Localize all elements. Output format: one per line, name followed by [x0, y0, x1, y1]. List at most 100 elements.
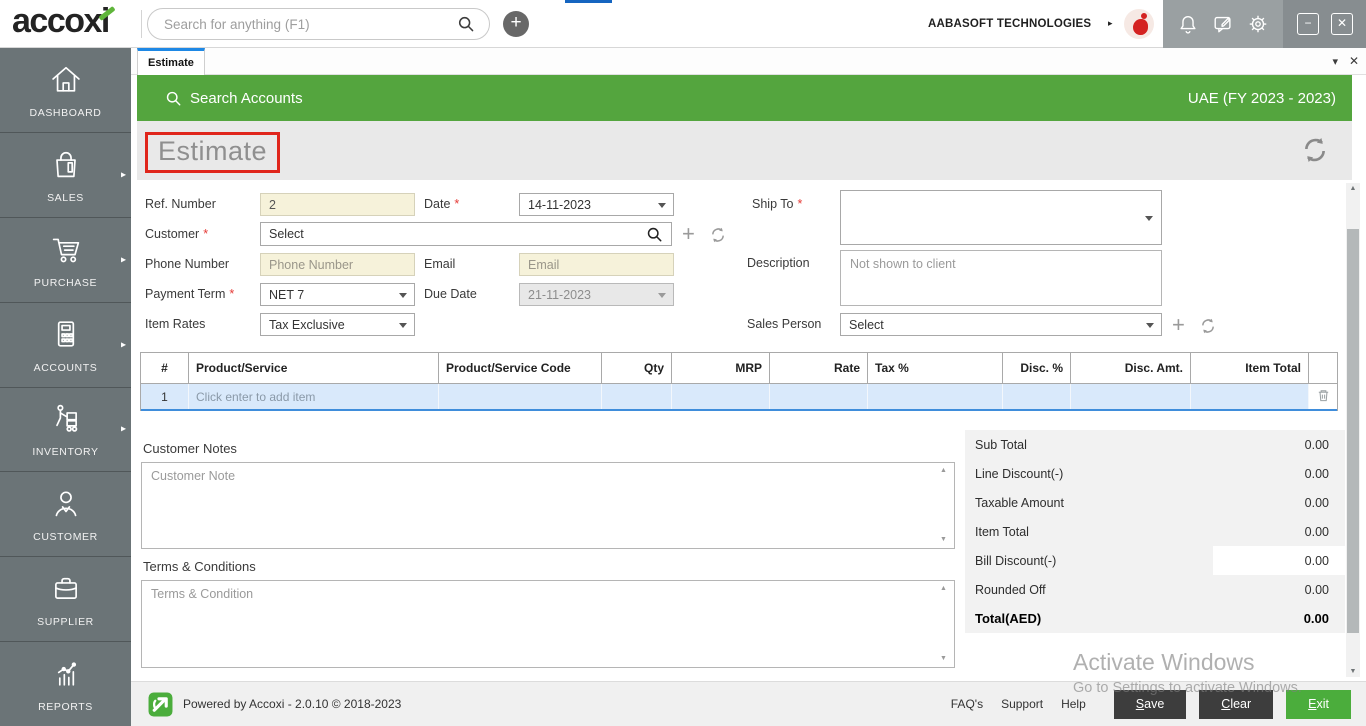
chevron-right-icon: ▸ [120, 423, 126, 435]
scroll-down-icon[interactable]: ▼ [940, 655, 947, 662]
sidebar-item-dashboard[interactable]: DASHBOARD [0, 48, 131, 133]
tab-list-caret-icon[interactable]: ▾ [1332, 55, 1338, 68]
clear-button[interactable]: Clear [1199, 689, 1274, 719]
sales-person-label: Sales Person [747, 317, 822, 331]
accoxi-footer-logo [148, 692, 173, 717]
page-header: Estimate [137, 121, 1352, 180]
fiscal-year-label: UAE (FY 2023 - 2023) [1187, 89, 1336, 107]
home-icon [46, 61, 86, 102]
totals-value: 0.00 [1304, 466, 1329, 481]
refresh-sales-person-icon[interactable] [1199, 317, 1217, 340]
scrollbar-thumb[interactable] [1347, 229, 1359, 633]
window-close-button[interactable]: ✕ [1331, 13, 1353, 35]
window-minimize-button[interactable]: − [1297, 13, 1319, 35]
user-avatar[interactable] [1124, 9, 1154, 39]
search-accounts-button[interactable]: Search Accounts [165, 90, 303, 107]
search-icon[interactable] [457, 15, 475, 33]
items-table-header: # Product/Service Product/Service Code Qty M… [141, 353, 1337, 383]
reports-chart-icon [46, 655, 86, 696]
item-cell[interactable] [439, 384, 602, 409]
item-cell[interactable] [1003, 384, 1071, 409]
ref-number-field[interactable] [260, 193, 415, 216]
footer-link-faqs[interactable]: FAQ's [951, 697, 983, 711]
ref-number-label: Ref. Number [145, 197, 216, 211]
global-search[interactable] [147, 8, 490, 40]
footer-link-support[interactable]: Support [1001, 697, 1043, 711]
sidebar-item-sales[interactable]: SALES ▸ [0, 133, 131, 218]
scroll-down-icon[interactable]: ▼ [1346, 668, 1360, 675]
customer-notes-field[interactable] [141, 462, 955, 549]
required-marker: * [797, 197, 803, 211]
tab-estimate[interactable]: Estimate [137, 48, 205, 75]
sidebar-item-customer[interactable]: CUSTOMER [0, 472, 131, 558]
totals-value: 0.00 [1304, 553, 1329, 568]
date-picker[interactable]: 14-11-2023 [519, 193, 674, 216]
plus-icon: + [682, 221, 695, 246]
sales-person-select[interactable]: Select [840, 313, 1162, 336]
ship-to-select[interactable] [840, 190, 1162, 245]
sidebar-item-purchase[interactable]: PURCHASE ▸ [0, 218, 131, 303]
delete-row-button[interactable] [1309, 384, 1337, 409]
scroll-up-icon[interactable]: ▲ [1346, 185, 1360, 192]
item-cell[interactable] [770, 384, 868, 409]
scroll-down-icon[interactable]: ▼ [940, 536, 947, 543]
vertical-scrollbar[interactable]: ▲ ▼ [1346, 183, 1360, 677]
search-icon[interactable] [646, 226, 663, 243]
bill-discount-input[interactable]: 0.00 [1213, 546, 1345, 575]
add-item-cell[interactable]: Click enter to add item [189, 384, 439, 409]
column-header: Item Total [1191, 353, 1309, 383]
column-header: Product/Service [189, 353, 439, 383]
row-number[interactable]: 1 [141, 384, 189, 409]
item-cell[interactable] [672, 384, 770, 409]
customer-notes-label: Customer Notes [143, 441, 237, 456]
description-label: Description [747, 256, 810, 270]
item-rates-select[interactable]: Tax Exclusive [260, 313, 415, 336]
required-marker: * [203, 227, 209, 241]
column-header: MRP [672, 353, 770, 383]
notifications-bell-icon[interactable] [1177, 13, 1199, 35]
footer-link-help[interactable]: Help [1061, 697, 1086, 711]
refresh-icon[interactable] [1300, 135, 1330, 165]
item-cell[interactable] [1191, 384, 1309, 409]
email-field[interactable] [519, 253, 674, 276]
totals-value: 0.00 [1304, 437, 1329, 452]
add-sales-person-button[interactable]: + [1172, 312, 1185, 337]
footer-links: FAQ's Support Help [951, 697, 1086, 711]
item-cell[interactable] [868, 384, 1003, 409]
sidebar-item-inventory[interactable]: INVENTORY ▸ [0, 388, 131, 473]
item-cell[interactable] [1071, 384, 1191, 409]
save-button[interactable]: Save [1113, 689, 1187, 719]
close-icon: ✕ [1336, 16, 1348, 30]
item-cell[interactable] [602, 384, 672, 409]
refresh-customers-icon[interactable] [709, 226, 727, 249]
global-search-input[interactable] [164, 16, 457, 32]
totals-value: 0.00 [1303, 611, 1329, 626]
tab-close-icon[interactable]: ✕ [1349, 54, 1359, 68]
settings-gear-icon[interactable] [1247, 13, 1269, 35]
totals-label: Line Discount(-) [975, 466, 1064, 481]
plus-icon: + [1172, 312, 1185, 337]
sidebar-item-accounts[interactable]: ACCOUNTS ▸ [0, 303, 131, 388]
description-field[interactable] [840, 250, 1162, 306]
scroll-up-icon[interactable]: ▲ [940, 467, 947, 474]
scroll-up-icon[interactable]: ▲ [940, 585, 947, 592]
company-name[interactable]: AABASOFT TECHNOLOGIES [928, 18, 1091, 30]
phone-field[interactable] [260, 253, 415, 276]
add-customer-button[interactable]: + [682, 221, 695, 246]
sidebar-nav: DASHBOARD SALES ▸ PURCHASE ▸ ACCOUNTS ▸ INVENTO… [0, 48, 131, 726]
payment-term-select[interactable]: NET 7 [260, 283, 415, 306]
sales-bag-icon [46, 146, 86, 187]
customer-select[interactable]: Select [260, 222, 672, 246]
sidebar-item-label: INVENTORY [32, 446, 99, 459]
quick-add-button[interactable]: + [503, 11, 529, 37]
exit-button[interactable]: Exit [1286, 689, 1351, 719]
chevron-right-icon: ▸ [120, 339, 126, 351]
item-row[interactable]: 1 Click enter to add item [141, 383, 1337, 411]
footer-buttons: Save Clear Exit [1113, 689, 1351, 719]
terms-field[interactable] [141, 580, 955, 668]
sidebar-item-reports[interactable]: REPORTS [0, 642, 131, 726]
sidebar-item-supplier[interactable]: SUPPLIER [0, 557, 131, 643]
company-caret-icon[interactable]: ▸ [1108, 18, 1113, 29]
sidebar-item-label: PURCHASE [33, 276, 98, 289]
messages-icon[interactable] [1212, 13, 1234, 35]
